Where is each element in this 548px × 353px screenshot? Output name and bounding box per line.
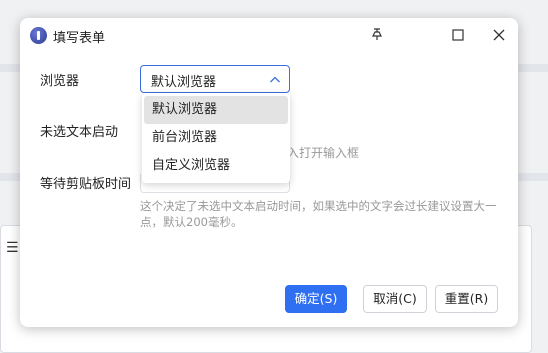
close-icon[interactable] [489,26,509,46]
launch-hint: 入打开输入框 [287,146,360,160]
clipboard-hint: 这个决定了未选中文本启动时间，如果选中的文字会过长建议设置大一点，默认200毫秒… [140,199,497,229]
maximize-icon[interactable] [448,26,468,46]
background-strip [518,173,548,181]
cancel-button[interactable]: 取消(C) [363,285,427,313]
ok-button[interactable]: 确定(S) [285,285,347,313]
chevron-up-icon [270,76,280,83]
clipboard-wait-label: 等待剪贴板时间 [40,177,132,192]
dropdown-option[interactable]: 自定义浏览器 [144,152,288,180]
app-logo-icon [30,27,47,44]
list-icon[interactable]: ☰ [6,240,19,256]
background-strip [518,64,548,72]
fill-form-dialog: 填写表单 浏览器 未选文本启动 入打开输入框 等待剪贴板时间 2 这个决定了未选… [20,18,518,327]
dropdown-option[interactable]: 前台浏览器 [144,124,288,152]
browser-select[interactable]: 默认浏览器 [140,65,290,93]
dialog-title: 填写表单 [53,31,106,46]
browser-label: 浏览器 [40,74,80,89]
browser-dropdown: 默认浏览器 前台浏览器 自定义浏览器 [142,93,290,183]
browser-select-value: 默认浏览器 [151,75,217,90]
pin-icon[interactable] [367,26,387,46]
launch-without-selection-label: 未选文本启动 [40,125,119,140]
title-bar[interactable]: 填写表单 [20,18,518,54]
background-strip [0,173,20,181]
dropdown-option[interactable]: 默认浏览器 [144,96,288,124]
background-strip [0,64,20,72]
reset-button[interactable]: 重置(R) [435,285,498,313]
